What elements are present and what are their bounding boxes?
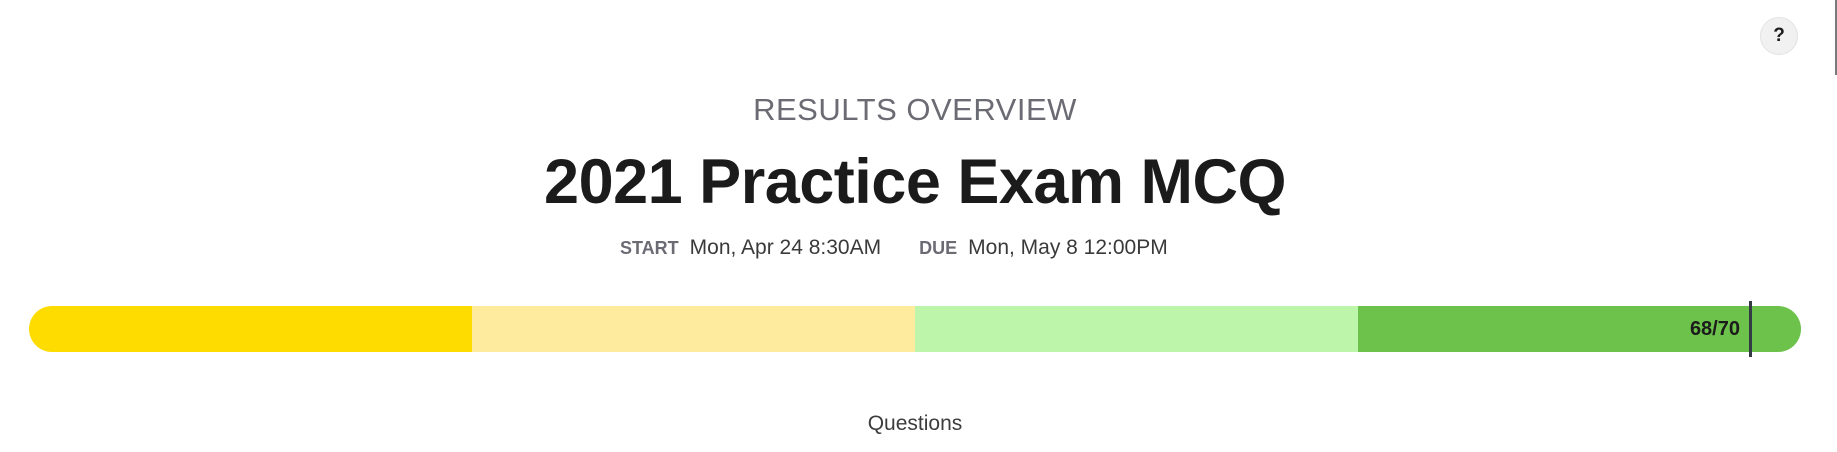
page-eyebrow: RESULTS OVERVIEW [753,92,1077,127]
questions-heading: Questions [867,412,963,435]
start-date-value: Mon, Apr 24 8:30AM [689,236,882,259]
score-value: 68/70 [1689,318,1740,340]
results-overview-page: ? RESULTS OVERVIEW 2021 Practice Exam MC… [0,0,1837,452]
page-title: 2021 Practice Exam MCQ [544,147,1286,217]
score-marker [1749,301,1752,357]
start-date-label: START [620,238,679,258]
due-date-value: Mon, May 8 12:00PM [968,236,1168,259]
due-date-label: DUE [919,238,958,258]
assignment-dates: START Mon, Apr 24 8:30AM DUE Mon, May 8 … [620,236,1206,260]
score-indicator: 68/70 [29,301,1801,357]
help-icon: ? [1773,25,1785,46]
help-button[interactable]: ? [1760,17,1798,55]
